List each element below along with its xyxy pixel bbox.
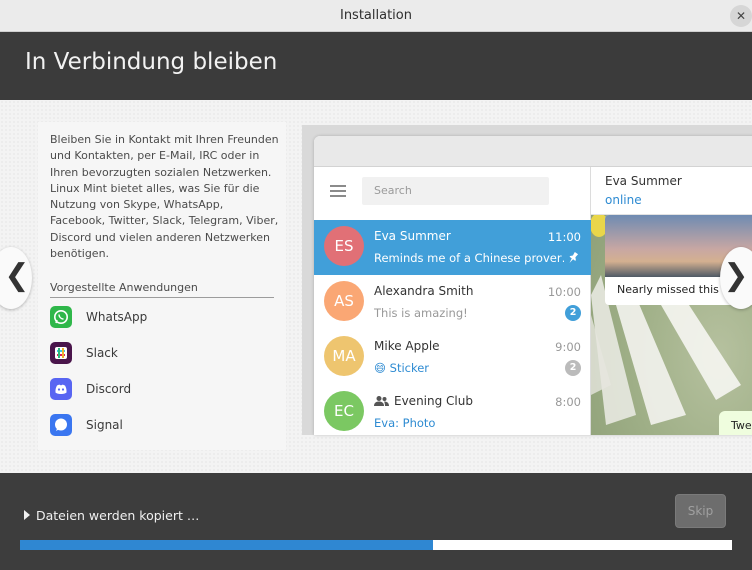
window-title: Installation — [339, 8, 412, 23]
avatar: ES — [324, 226, 364, 266]
app-name: Discord — [86, 382, 132, 396]
unread-badge: 2 — [565, 305, 581, 321]
menu-icon — [330, 185, 346, 200]
telegram-titlebar — [314, 136, 752, 167]
unread-badge: 2 — [565, 360, 581, 376]
slide-header: In Verbindung bleiben — [0, 32, 752, 100]
chat-time: 10:00 — [547, 285, 581, 299]
chevron-right-icon: ❯ — [723, 258, 749, 293]
chat-name: Eva Summer — [374, 229, 451, 243]
install-footer: Dateien werden kopiert … Skip — [0, 473, 752, 570]
chat-item: AS Alexandra Smith 10:00 This is amazing… — [314, 275, 591, 330]
install-progress-bar — [20, 540, 732, 550]
chat-name: Evening Club — [394, 394, 473, 408]
chat-time: 9:00 — [555, 340, 581, 354]
slide-text-panel: Bleiben Sie in Kontakt mit Ihren Freunde… — [38, 122, 286, 450]
featured-apps-heading: Vorgestellte Anwendungen — [50, 281, 274, 298]
expander-arrow-icon — [24, 510, 30, 520]
slideshow: Bleiben Sie in Kontakt mit Ihren Freunde… — [0, 100, 752, 473]
app-name: Signal — [86, 418, 123, 432]
chat-preview: Eva: Photo — [374, 416, 436, 430]
previous-slide-button[interactable]: ❮ — [0, 247, 32, 309]
app-whatsapp: WhatsApp — [50, 306, 250, 330]
chat-item: ES Eva Summer 11:00 Reminds me of a Chin… — [314, 220, 591, 275]
install-status-text: Dateien werden kopiert … — [36, 508, 200, 523]
close-icon: ✕ — [735, 9, 747, 23]
avatar: MA — [324, 336, 364, 376]
app-slack: Slack — [50, 342, 250, 366]
avatar: EC — [324, 391, 364, 431]
chat-item: EC Evening Club 8:00 Eva: Photo — [314, 385, 591, 435]
telegram-window: Search ES Eva Summer 11:00 Reminds me of… — [314, 136, 752, 435]
title-bar: Installation ✕ — [0, 0, 752, 32]
chat-time: 11:00 — [547, 230, 581, 244]
chat-time: 8:00 — [555, 395, 581, 409]
app-name: WhatsApp — [86, 310, 148, 324]
skip-button[interactable]: Skip — [675, 494, 726, 528]
signal-icon — [50, 414, 72, 436]
avatar: AS — [324, 281, 364, 321]
slack-icon — [50, 342, 72, 364]
app-name: Slack — [86, 346, 118, 360]
app-signal: Signal — [50, 414, 250, 438]
message-text: Twe — [731, 419, 752, 432]
slide-title: In Verbindung bleiben — [25, 49, 278, 75]
chat-name: Mike Apple — [374, 339, 440, 353]
telegram-chat-list: Search ES Eva Summer 11:00 Reminds me of… — [314, 167, 591, 435]
telegram-search: Search — [362, 177, 549, 205]
telegram-screenshot: Search ES Eva Summer 11:00 Reminds me of… — [302, 125, 752, 435]
conversation-status: online — [605, 193, 642, 207]
conversation-header: Eva Summer online — [591, 167, 752, 215]
chat-name: Alexandra Smith — [374, 284, 474, 298]
message-bubble: Twe — [719, 411, 752, 435]
pin-icon — [569, 251, 579, 263]
progress-fill — [20, 540, 433, 550]
whatsapp-icon — [50, 306, 72, 328]
chat-preview: Reminds me of a Chinese prover… — [374, 251, 564, 265]
group-icon — [374, 396, 389, 406]
close-button[interactable]: ✕ — [730, 5, 752, 27]
chat-item: MA Mike Apple 9:00 😄 Sticker 2 — [314, 330, 591, 385]
chat-preview: 😄 Sticker — [374, 361, 430, 375]
photo-caption: Nearly missed this s — [617, 283, 729, 296]
conversation-name: Eva Summer — [605, 174, 682, 188]
discord-icon — [50, 378, 72, 400]
slide-description: Bleiben Sie in Kontakt mit Ihren Freunde… — [50, 133, 279, 261]
app-discord: Discord — [50, 378, 250, 402]
chat-preview: This is amazing! — [374, 306, 468, 320]
install-status[interactable]: Dateien werden kopiert … — [24, 508, 199, 523]
chevron-left-icon: ❮ — [4, 258, 30, 293]
